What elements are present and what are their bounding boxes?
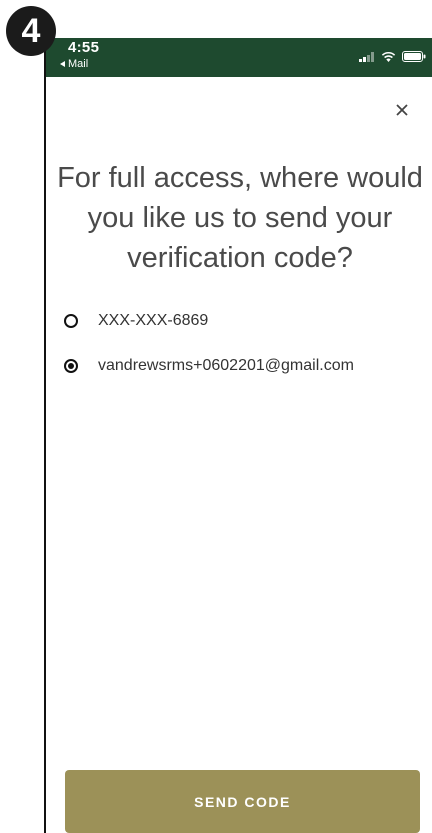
radio-phone[interactable] [64,314,78,328]
status-time: 4:55 [68,39,100,56]
wifi-icon [381,51,396,62]
delivery-options: XXX-XXX-6869 vandrewsrms+0602201@gmail.c… [64,310,424,400]
status-bar: 4:55 Mail [46,38,432,77]
option-email[interactable]: vandrewsrms+0602201@gmail.com [64,355,424,377]
option-email-label: vandrewsrms+0602201@gmail.com [98,357,354,374]
close-icon [396,104,408,116]
signal-icon [359,51,374,62]
verification-heading: For full access, where would you like us… [57,162,423,274]
back-arrow-icon [60,61,65,67]
option-phone[interactable]: XXX-XXX-6869 [64,310,424,332]
battery-icon [402,51,426,62]
option-phone-label: XXX-XXX-6869 [98,312,209,329]
status-icons [359,51,426,62]
step-number-badge: 4 [6,6,56,56]
screen: 4 4:55 Mail For full access, where would… [0,0,432,833]
phone-frame: 4:55 Mail For full access, where would y… [44,38,432,833]
send-code-button[interactable]: SEND CODE [65,770,420,833]
back-app-label: Mail [68,58,89,70]
close-button[interactable] [392,100,412,120]
radio-email[interactable] [64,359,78,373]
back-to-app-link[interactable]: Mail [60,58,88,70]
